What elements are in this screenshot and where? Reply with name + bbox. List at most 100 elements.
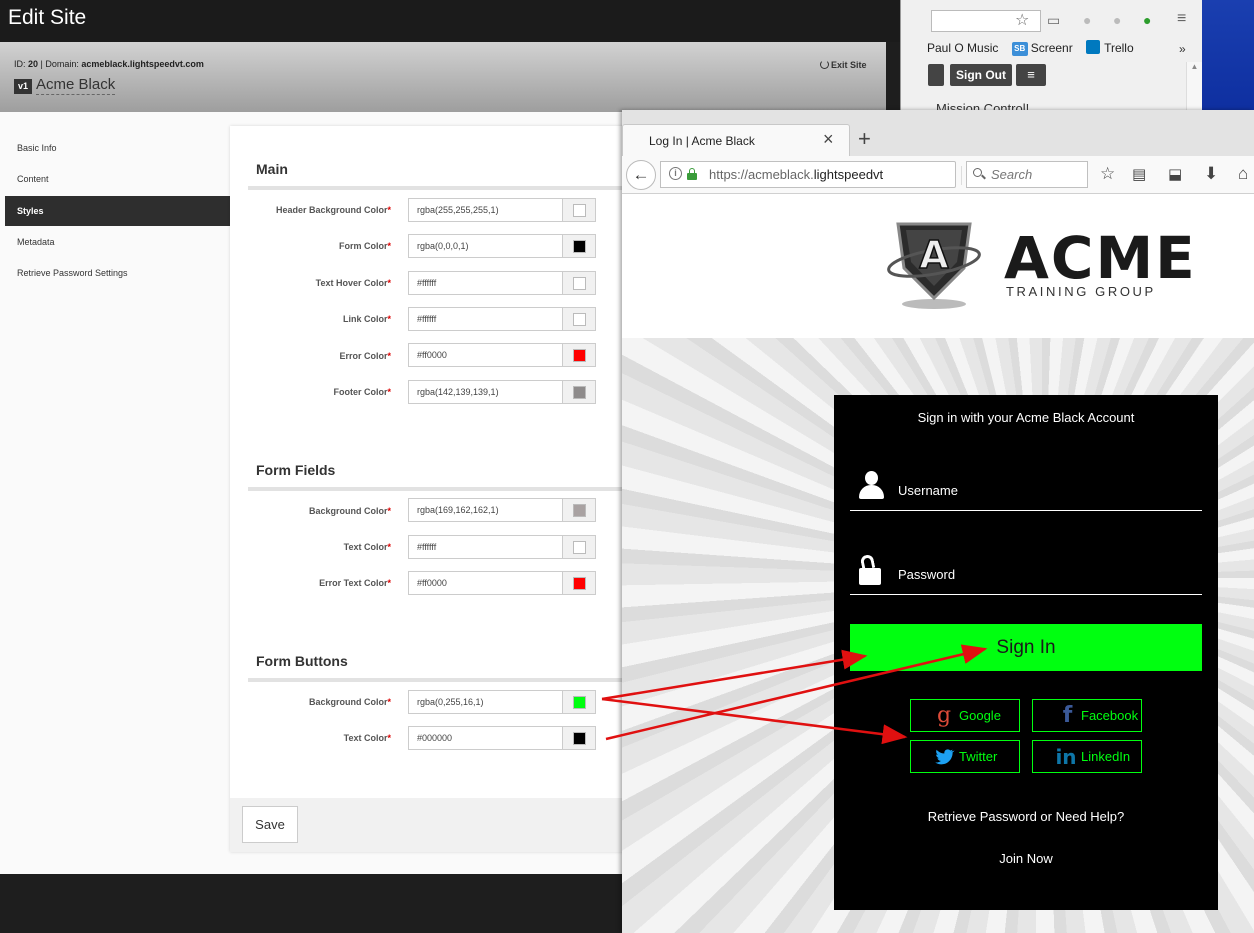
download-icon[interactable]: ⬇ [1204,164,1218,184]
google-icon: g [936,703,952,728]
version-badge: v1 [14,79,32,94]
login-heading: Sign in with your Acme Black Account [917,410,1135,425]
facebook-login-button[interactable]: f Facebook [1032,699,1142,732]
info-icon[interactable]: i [669,167,682,180]
field-label: Background Color* [308,506,391,516]
bookmark-star-icon[interactable]: ☆ [1100,164,1115,184]
url-bar[interactable]: i https://acmeblack.lightspeedvt ↻ [660,161,982,188]
nav-item-retrieve-password-settings[interactable]: Retrieve Password Settings [5,258,230,288]
color-picker-button[interactable] [562,271,596,295]
field-label: Footer Color* [333,387,391,397]
svg-text:A: A [919,233,949,277]
hamburger-menu-button[interactable]: ≡ [1016,64,1046,86]
login-page: A ACME TRAINING GROUP Sign in with your … [622,194,1254,933]
sign-out-button[interactable]: Sign Out [950,64,1012,86]
tab-title: Log In | Acme Black [649,134,755,148]
field-text-color-input[interactable]: #ffffff [408,535,564,559]
background-scrollbar[interactable]: ▲ [1186,62,1202,112]
join-now-link[interactable]: Join Now [834,851,1218,866]
field-background-color-input[interactable]: rgba(169,162,162,1) [408,498,564,522]
search-icon [973,168,986,180]
edit-site-topbar: Edit Site [0,0,900,42]
color-picker-button[interactable] [562,380,596,404]
exit-site-button[interactable]: Exit Site [820,60,867,70]
nav-item-basic-info[interactable]: Basic Info [5,133,230,163]
nav-item-metadata[interactable]: Metadata [5,227,230,257]
color-picker-button[interactable] [562,307,596,331]
color-picker-button[interactable] [562,498,596,522]
color-picker-button[interactable] [562,726,596,750]
lock-icon [687,168,697,180]
color-swatch [573,577,586,590]
user-icon [858,471,884,501]
field-label: Header Background Color* [275,205,391,215]
back-arrow-icon[interactable]: ← [626,160,656,190]
hangouts-icon[interactable]: ● [1143,12,1151,28]
google-login-button[interactable]: g Google [910,699,1020,732]
color-picker-button[interactable] [562,690,596,714]
header-background-color-input[interactable]: rgba(255,255,255,1) [408,198,564,222]
background-nav-button[interactable] [928,64,944,86]
button-background-color-input[interactable]: rgba(0,255,16,1) [408,690,564,714]
urlbar-separator [961,166,962,185]
site-name[interactable]: Acme Black [36,76,116,95]
bookmarks-overflow-button[interactable]: » [1179,42,1186,56]
color-picker-button[interactable] [562,535,596,559]
extension-icon[interactable]: ● [1083,12,1091,28]
section-divider [248,487,630,491]
login-browser-window: Log In | Acme Black × + ← i https://acme… [622,110,1254,933]
unlock-icon [858,553,882,587]
close-tab-icon[interactable]: × [823,129,834,150]
password-input[interactable]: Password [850,553,1202,595]
error-color-input[interactable]: #ff0000 [408,343,564,367]
form-color-input[interactable]: rgba(0,0,0,1) [408,234,564,258]
url-text: https://acmeblack.lightspeedvt [709,167,884,182]
color-picker-button[interactable] [562,571,596,595]
extension-icon[interactable]: ● [1113,12,1121,28]
section-title-form-buttons: Form Buttons [256,653,348,669]
brand-header: A ACME TRAINING GROUP [622,194,1254,338]
home-icon[interactable]: ⌂ [1238,164,1248,184]
styles-panel: Main Header Background Color* rgba(255,2… [230,126,630,852]
username-placeholder: Username [898,483,958,498]
site-meta: ID: 20 | Domain: acmeblack.lightspeedvt.… [14,59,204,69]
star-icon[interactable]: ☆ [1015,10,1029,30]
color-picker-button[interactable] [562,198,596,222]
color-swatch [573,541,586,554]
field-label: Link Color* [342,314,391,324]
color-swatch [573,386,586,399]
bookmark-screenr[interactable]: SB Screenr [1011,41,1073,56]
text-hover-color-input[interactable]: #ffffff [408,271,564,295]
retrieve-password-link[interactable]: Retrieve Password or Need Help? [834,809,1218,824]
linkedin-login-button[interactable]: in LinkedIn [1032,740,1142,773]
reading-list-icon[interactable]: ▤ [1132,165,1146,183]
field-label: Error Color* [339,351,391,361]
sign-in-button[interactable]: Sign In [850,624,1202,671]
button-text-color-input[interactable]: #000000 [408,726,564,750]
new-tab-button[interactable]: + [858,126,871,152]
nav-item-styles[interactable]: Styles [5,196,230,226]
tab-login[interactable]: Log In | Acme Black × [622,124,850,156]
login-form: Sign in with your Acme Black Account Use… [834,395,1218,910]
footer-color-input[interactable]: rgba(142,139,139,1) [408,380,564,404]
nav-item-content[interactable]: Content [5,164,230,194]
color-picker-button[interactable] [562,343,596,367]
field-label: Form Color* [338,241,391,251]
color-picker-button[interactable] [562,234,596,258]
save-button[interactable]: Save [242,806,298,843]
cast-icon[interactable]: ▭ [1047,12,1060,29]
link-color-input[interactable]: #ffffff [408,307,564,331]
color-swatch [573,504,586,517]
twitter-login-button[interactable]: Twitter [910,740,1020,773]
twitter-icon [935,749,955,765]
bookmark-paul-o-music[interactable]: Paul O Music [927,41,998,55]
username-input[interactable]: Username [850,471,1202,511]
color-swatch [573,277,586,290]
color-swatch [573,240,586,253]
search-input[interactable]: Search [966,161,1088,188]
error-text-color-input[interactable]: #ff0000 [408,571,564,595]
pocket-icon[interactable]: ⬓ [1168,165,1182,183]
bookmark-trello[interactable]: Trello [1086,40,1134,55]
section-divider [248,186,630,190]
menu-icon[interactable]: ≡ [1177,10,1186,28]
